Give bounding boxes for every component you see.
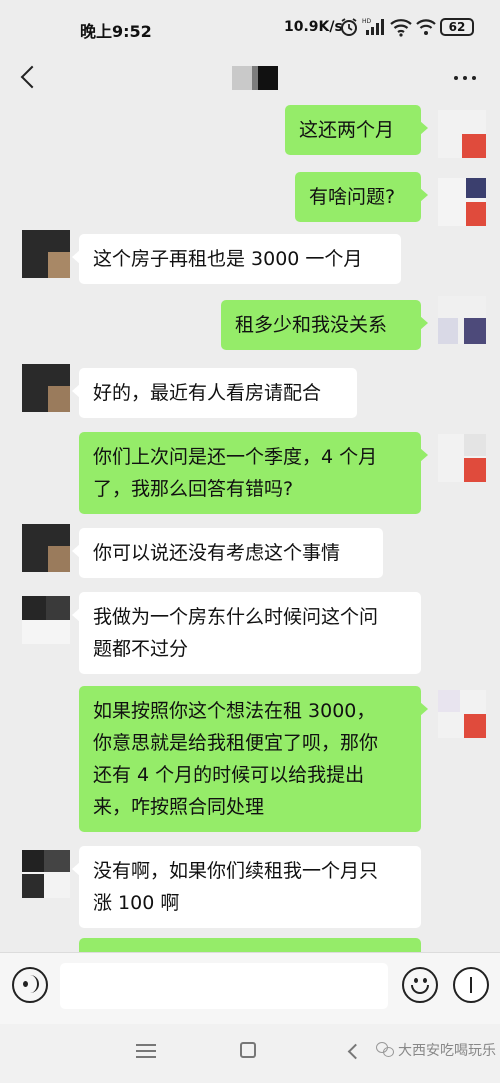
menu-icon[interactable] xyxy=(136,1044,156,1060)
more-button[interactable] xyxy=(448,68,482,88)
hd-signal-icon: HD xyxy=(362,17,384,41)
contact-avatar[interactable] xyxy=(22,230,70,278)
emoji-icon xyxy=(414,978,418,983)
my-avatar[interactable] xyxy=(438,434,486,482)
emoji-button[interactable] xyxy=(402,967,438,1003)
home-icon[interactable] xyxy=(240,1042,256,1058)
contact-name-blurred xyxy=(232,66,278,90)
wifi-icon xyxy=(416,17,436,41)
message-bubble-sent[interactable]: 有啥问题? xyxy=(295,172,428,222)
status-bar: 晚上9:52 10.9K/s HD 62 xyxy=(0,0,500,56)
input-bar xyxy=(0,952,500,1025)
message-bubble-sent[interactable]: 这还两个月 xyxy=(285,105,428,155)
contact-avatar[interactable] xyxy=(22,364,70,412)
svg-text:HD: HD xyxy=(362,18,372,25)
message-bubble-received[interactable]: 好的，最近有人看房请配合 xyxy=(72,368,357,418)
system-navigation-bar: 大西安吃喝玩乐 xyxy=(0,1024,500,1083)
contact-avatar[interactable] xyxy=(22,596,70,644)
alarm-icon xyxy=(340,17,358,41)
my-avatar[interactable] xyxy=(438,296,486,344)
message-input[interactable] xyxy=(60,963,388,1009)
watermark-text: 大西安吃喝玩乐 xyxy=(398,1043,496,1059)
message-bubble-sent[interactable]: 如果按照你这个想法在租 3000， 你意思就是给我租便宜了呗，那你 还有 4 个… xyxy=(79,686,428,832)
battery-icon: 62 xyxy=(440,18,474,36)
message-bubble-received[interactable]: 这个房子再租也是 3000 一个月 xyxy=(72,234,401,284)
wechat-logo-icon xyxy=(376,1042,394,1058)
message-bubble-sent[interactable] xyxy=(79,938,421,952)
my-avatar[interactable] xyxy=(438,110,486,158)
chat-header xyxy=(0,56,500,100)
message-bubble-received[interactable]: 没有啊，如果你们续租我一个月只 涨 100 啊 xyxy=(72,846,421,928)
more-icon xyxy=(454,76,458,80)
my-avatar[interactable] xyxy=(438,178,486,226)
contact-avatar[interactable] xyxy=(22,850,70,898)
back-button[interactable] xyxy=(14,62,44,92)
status-time: 晚上9:52 xyxy=(80,22,152,41)
watermark: 大西安吃喝玩乐 xyxy=(376,1040,496,1060)
message-bubble-received[interactable]: 我做为一个房东什么时候问这个问 题都不过分 xyxy=(72,592,421,674)
my-avatar[interactable] xyxy=(438,690,486,738)
chat-messages[interactable]: 这还两个月 有啥问题? 这个房子再租也是 3000 一个月 租多少和我没关系 好… xyxy=(0,100,500,952)
message-bubble-received[interactable]: 你可以说还没有考虑这个事情 xyxy=(72,528,383,578)
voice-button[interactable] xyxy=(12,967,48,1003)
wifi-icon xyxy=(390,17,412,41)
message-bubble-sent[interactable]: 租多少和我没关系 xyxy=(221,300,428,350)
plus-button[interactable] xyxy=(453,967,489,1003)
contact-avatar[interactable] xyxy=(22,524,70,572)
message-bubble-sent[interactable]: 你们上次问是还一个季度，4 个月 了，我那么回答有错吗? xyxy=(79,432,428,514)
network-speed: 10.9K/s xyxy=(284,19,343,35)
back-icon[interactable] xyxy=(346,1042,362,1060)
